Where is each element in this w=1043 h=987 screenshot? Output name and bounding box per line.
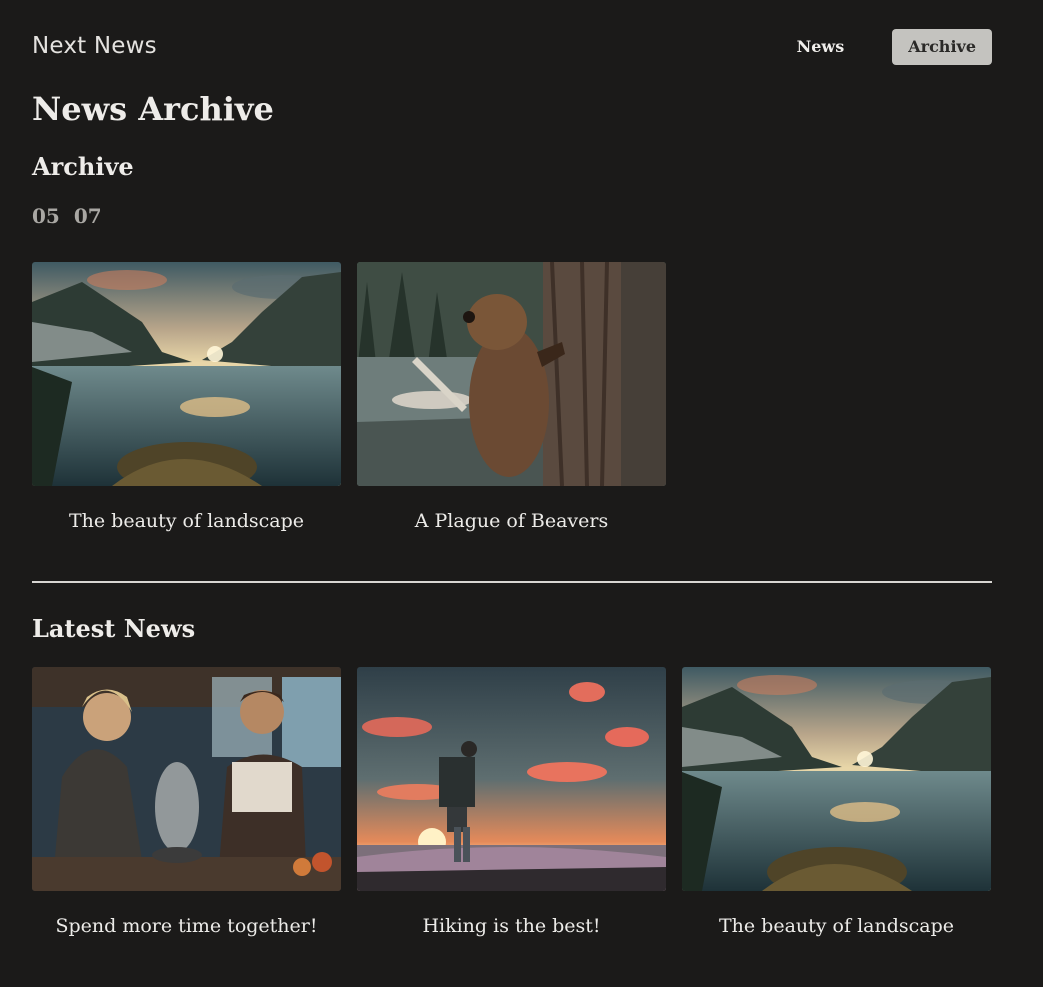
archive-year-list: 05 07 [32,204,102,228]
archive-year-link[interactable]: 07 [74,204,102,228]
archive-year-link[interactable]: 05 [32,204,60,228]
site-header: Next News News Archive [32,29,992,65]
news-card-title: A Plague of Beavers [414,510,609,532]
news-card[interactable]: Hiking is the best! [357,667,666,937]
hiker-sunset-image [357,667,666,891]
latest-news-section-title: Latest News [32,614,196,643]
latest-news-grid: Spend more time together! Hiking is the … [32,667,992,937]
beaver-image [357,262,666,486]
news-card-title: Spend more time together! [55,915,318,937]
archive-news-grid: The beauty of landscape A Plague of Beav… [32,262,992,532]
news-card[interactable]: Spend more time together! [32,667,341,937]
main-nav: News Archive [781,29,992,65]
news-card-title: Hiking is the best! [422,915,601,937]
page-title: News Archive [32,90,274,128]
news-card-title: The beauty of landscape [68,510,304,532]
landscape-image [682,667,991,891]
couple-cooking-image [32,667,341,891]
landscape-image [32,262,341,486]
nav-link-archive[interactable]: Archive [892,29,992,65]
news-card[interactable]: A Plague of Beavers [357,262,666,532]
news-card[interactable]: The beauty of landscape [682,667,991,937]
news-card[interactable]: The beauty of landscape [32,262,341,532]
archive-section-title: Archive [32,152,134,181]
nav-link-news[interactable]: News [781,29,861,65]
site-logo[interactable]: Next News [32,33,157,59]
news-card-title: The beauty of landscape [718,915,954,937]
section-divider [32,581,992,583]
